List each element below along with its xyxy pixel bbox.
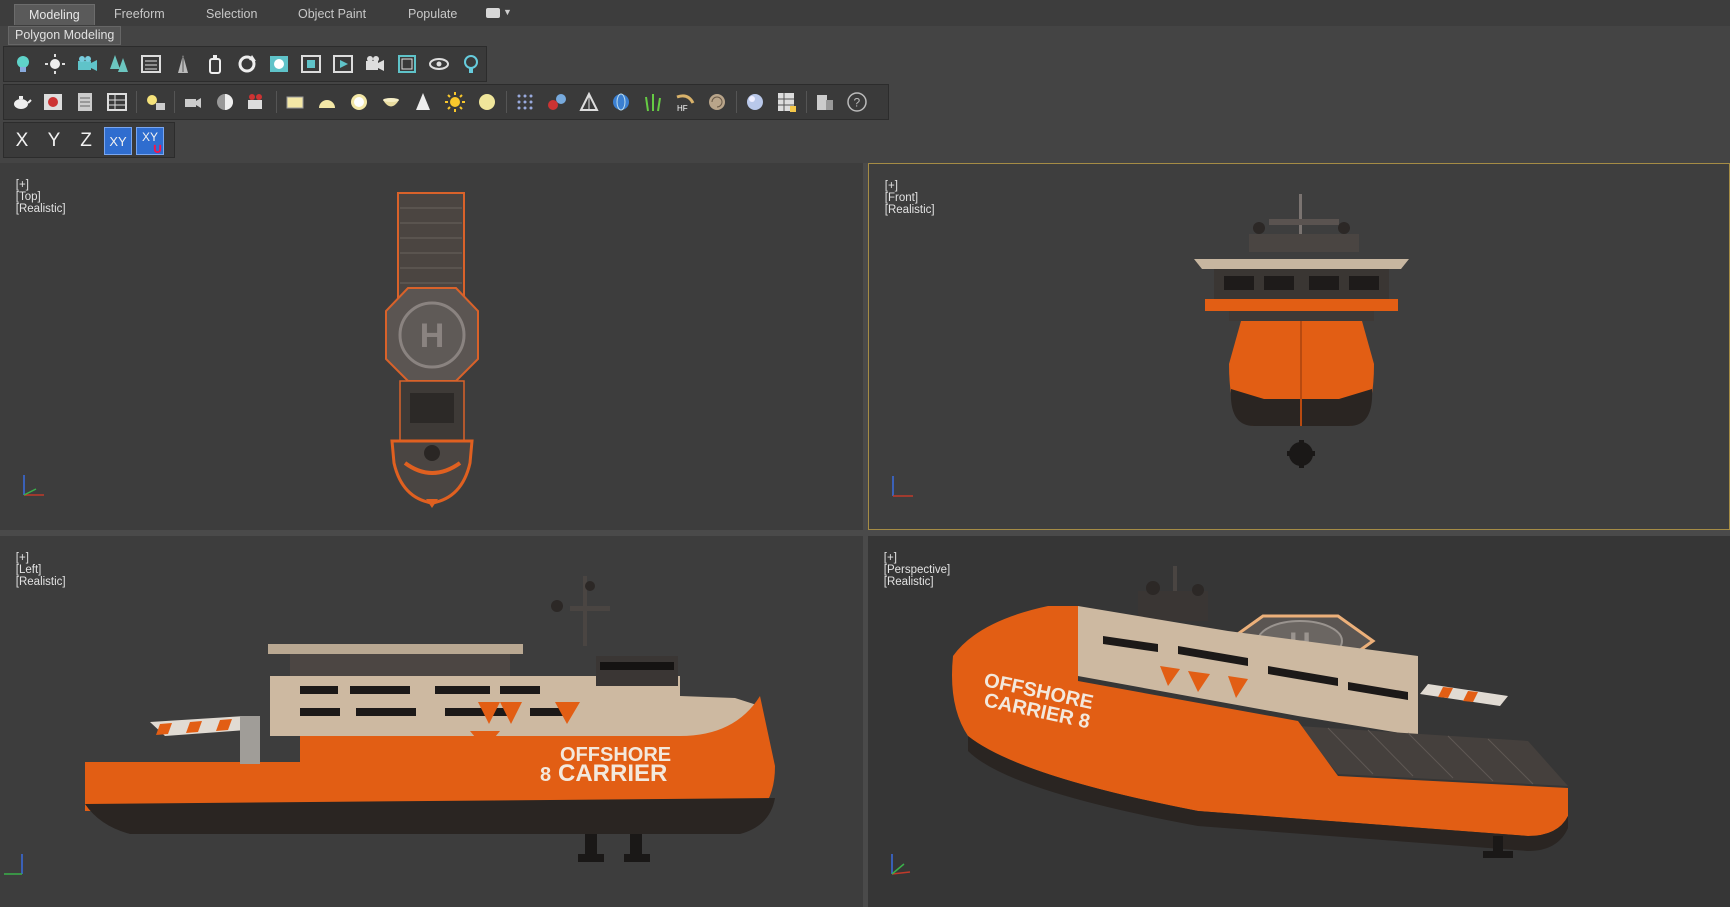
viewport-perspective[interactable]: [+] [Perspective] [Realistic] H — [868, 536, 1730, 907]
chevron-down-icon[interactable]: ▼ — [503, 7, 512, 17]
tab-modeling[interactable]: Modeling — [14, 4, 95, 25]
viewport-left[interactable]: [+] [Left] [Realistic] OFFSHORE 8 CARRIE… — [0, 536, 863, 907]
globe-icon[interactable] — [608, 89, 634, 115]
viewport-front[interactable]: [+] [Front] [Realistic] — [868, 163, 1730, 530]
hull-number: 8 — [540, 764, 551, 786]
eye-icon[interactable] — [426, 51, 452, 77]
shell-icon[interactable] — [704, 89, 730, 115]
axis-gizmo-icon — [891, 854, 911, 875]
viewport-top[interactable]: [+] [Top] [Realistic] H — [0, 163, 863, 530]
frame-icon[interactable] — [394, 51, 420, 77]
tab-selection[interactable]: Selection — [192, 4, 271, 24]
image-viewer-icon[interactable] — [40, 89, 66, 115]
bone-icon[interactable] — [170, 51, 196, 77]
camera-icon[interactable] — [362, 51, 388, 77]
svg-text:HF: HF — [677, 104, 688, 113]
teapot-icon[interactable] — [8, 89, 34, 115]
ribbon-tabbar: Modeling Freeform Selection Object Paint… — [0, 0, 1730, 27]
rectangle-icon[interactable] — [282, 89, 308, 115]
hull-name-line2: CARRIER — [558, 760, 667, 787]
constrain-xy-snap-button[interactable]: XY — [136, 127, 164, 155]
hf-icon[interactable]: HF — [672, 89, 698, 115]
play-render-icon[interactable] — [330, 51, 356, 77]
rotate-icon[interactable] — [234, 51, 260, 77]
cone-icon[interactable] — [410, 89, 436, 115]
constrain-z-button[interactable]: Z — [72, 127, 100, 155]
trees-icon[interactable] — [106, 51, 132, 77]
axis-constraints-toolbar: X Y Z XY XY — [3, 122, 175, 158]
svg-text:H: H — [420, 317, 445, 355]
light-bulb-icon[interactable] — [10, 51, 36, 77]
bowl-icon[interactable] — [378, 89, 404, 115]
particle-grid-icon[interactable] — [512, 89, 538, 115]
sphere-icon[interactable] — [474, 89, 500, 115]
dome-icon[interactable] — [314, 89, 340, 115]
tent-icon[interactable] — [576, 89, 602, 115]
axis-gizmo-icon — [4, 854, 23, 875]
constrain-xy-button[interactable]: XY — [104, 127, 132, 155]
constrain-x-button[interactable]: X — [8, 127, 36, 155]
tab-freeform[interactable]: Freeform — [100, 4, 179, 24]
camera-group-icon[interactable] — [74, 51, 100, 77]
polygon-modeling-panel[interactable]: Polygon Modeling — [8, 26, 122, 45]
snapshot-icon[interactable] — [298, 51, 324, 77]
camera-move-icon[interactable] — [180, 89, 206, 115]
ribbon-subbar: Polygon Modeling — [0, 26, 1730, 45]
tab-object-paint[interactable]: Object Paint — [284, 4, 380, 24]
ship-perspective-view: H OFFSHORE CARRIER 8 — [952, 566, 1568, 858]
table-icon[interactable] — [104, 89, 130, 115]
bottle-icon[interactable] — [202, 51, 228, 77]
axis-gizmo-icon — [892, 476, 913, 497]
molecule-icon[interactable] — [544, 89, 570, 115]
toolbar-row-2: HF ? — [3, 84, 889, 120]
sun-icon[interactable] — [42, 51, 68, 77]
layers-icon[interactable] — [812, 89, 838, 115]
ring-icon[interactable] — [346, 89, 372, 115]
svg-text:?: ? — [854, 96, 861, 110]
light-lister-icon[interactable] — [142, 89, 168, 115]
toolbar-row-1 — [3, 46, 487, 82]
ship-side-view: OFFSHORE 8 CARRIER — [85, 576, 775, 862]
half-sphere-icon[interactable] — [212, 89, 238, 115]
grass-icon[interactable] — [640, 89, 666, 115]
constrain-y-button[interactable]: Y — [40, 127, 68, 155]
material-ball-icon[interactable] — [742, 89, 768, 115]
tab-populate[interactable]: Populate — [394, 4, 471, 24]
ship-front-view — [1194, 194, 1409, 468]
snap-magnet-icon — [153, 144, 162, 153]
material-list-icon[interactable] — [72, 89, 98, 115]
scene-grid-icon[interactable] — [774, 89, 800, 115]
ribbon-options-icon[interactable] — [486, 8, 500, 18]
render-frame-icon[interactable] — [266, 51, 292, 77]
film-camera-icon[interactable] — [244, 89, 270, 115]
help-icon[interactable]: ? — [844, 89, 870, 115]
list-icon[interactable] — [138, 51, 164, 77]
axis-gizmo-icon — [23, 475, 44, 496]
sun-bright-icon[interactable] — [442, 89, 468, 115]
bulb-outline-icon[interactable] — [458, 51, 484, 77]
xy-snap-label: XY — [141, 130, 158, 144]
ship-top-view: H — [385, 192, 479, 508]
